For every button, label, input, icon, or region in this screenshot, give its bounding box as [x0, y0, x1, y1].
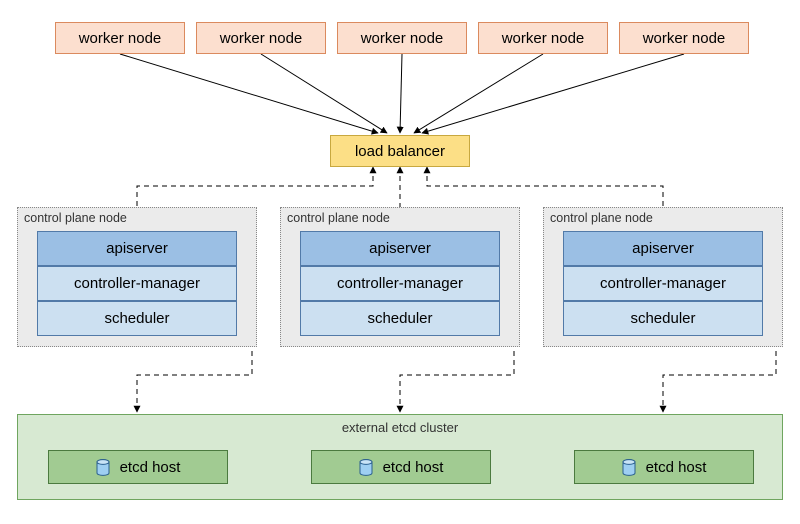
control-plane-node: control plane node apiserver controller-…: [280, 207, 520, 347]
apiserver-label: apiserver: [632, 240, 694, 257]
controller-manager-box: controller-manager: [300, 266, 500, 301]
control-plane-node: control plane node apiserver controller-…: [17, 207, 257, 347]
database-icon: [622, 459, 636, 476]
apiserver-box: apiserver: [300, 231, 500, 266]
scheduler-label: scheduler: [630, 310, 695, 327]
load-balancer-label: load balancer: [355, 143, 445, 160]
worker-label: worker node: [643, 30, 726, 47]
worker-node: worker node: [619, 22, 749, 54]
database-icon: [96, 459, 110, 476]
etcd-host-label: etcd host: [646, 459, 707, 476]
scheduler-box: scheduler: [563, 301, 763, 336]
load-balancer: load balancer: [330, 135, 470, 167]
worker-node: worker node: [55, 22, 185, 54]
etcd-host-label: etcd host: [383, 459, 444, 476]
apiserver-label: apiserver: [369, 240, 431, 257]
apiserver-box: apiserver: [37, 231, 237, 266]
scheduler-box: scheduler: [37, 301, 237, 336]
controller-manager-label: controller-manager: [337, 275, 463, 292]
control-plane-node-label: control plane node: [550, 211, 653, 225]
controller-manager-box: controller-manager: [37, 266, 237, 301]
control-plane-node: control plane node apiserver controller-…: [543, 207, 783, 347]
scheduler-label: scheduler: [367, 310, 432, 327]
worker-label: worker node: [220, 30, 303, 47]
etcd-cluster: external etcd cluster etcd host etcd hos…: [17, 414, 783, 500]
etcd-host-label: etcd host: [120, 459, 181, 476]
controller-manager-label: controller-manager: [74, 275, 200, 292]
scheduler-box: scheduler: [300, 301, 500, 336]
worker-node: worker node: [478, 22, 608, 54]
etcd-host: etcd host: [311, 450, 491, 484]
etcd-cluster-label: external etcd cluster: [18, 420, 782, 435]
etcd-host: etcd host: [48, 450, 228, 484]
control-plane-node-label: control plane node: [24, 211, 127, 225]
etcd-host: etcd host: [574, 450, 754, 484]
worker-label: worker node: [502, 30, 585, 47]
controller-manager-box: controller-manager: [563, 266, 763, 301]
apiserver-box: apiserver: [563, 231, 763, 266]
worker-node: worker node: [196, 22, 326, 54]
worker-label: worker node: [361, 30, 444, 47]
apiserver-label: apiserver: [106, 240, 168, 257]
controller-manager-label: controller-manager: [600, 275, 726, 292]
control-plane-node-label: control plane node: [287, 211, 390, 225]
database-icon: [359, 459, 373, 476]
worker-node: worker node: [337, 22, 467, 54]
scheduler-label: scheduler: [104, 310, 169, 327]
worker-label: worker node: [79, 30, 162, 47]
